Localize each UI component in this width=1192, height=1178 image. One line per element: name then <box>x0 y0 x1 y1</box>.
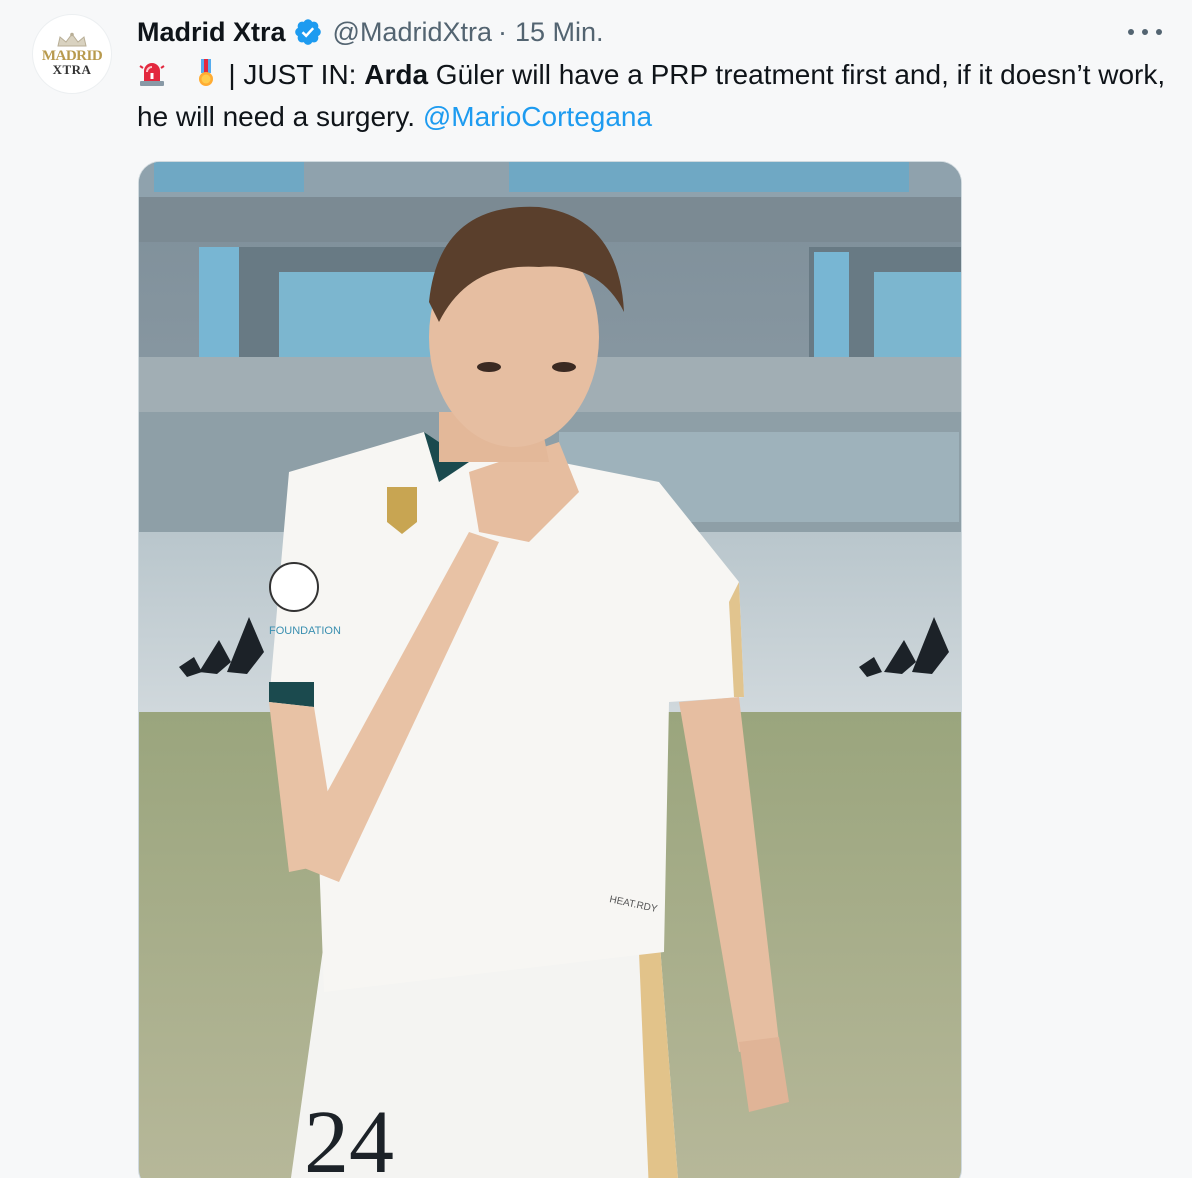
sleeve-patch-text: FOUNDATION <box>269 625 341 637</box>
crown-icon <box>57 32 87 47</box>
display-name[interactable]: Madrid Xtra <box>137 17 286 48</box>
more-dot <box>1128 29 1134 35</box>
verified-badge-icon[interactable] <box>293 17 323 47</box>
medal-emoji-icon <box>198 59 213 86</box>
tweet-card[interactable]: MADRID XTRA Madrid Xtra @MadridXtra · 15… <box>0 0 1192 1178</box>
more-options-button[interactable] <box>1128 18 1162 46</box>
police-light-emoji-icon <box>139 63 165 86</box>
avatar[interactable]: MADRID XTRA <box>32 14 112 94</box>
jersey-number: 24 <box>304 1093 394 1178</box>
timestamp[interactable]: 15 Min. <box>515 17 604 48</box>
player-photo: FOUNDATION HEAT.RDY 24 <box>139 162 961 1178</box>
tweet-media-image[interactable]: FOUNDATION HEAT.RDY 24 <box>138 161 962 1178</box>
handle[interactable]: @MadridXtra <box>333 17 492 48</box>
tweet-text: | JUST IN: Arda Güler will have a PRP tr… <box>137 54 1167 138</box>
avatar-logo-line1: MADRID <box>41 48 103 64</box>
mention-link[interactable]: @MarioCortegana <box>423 101 652 132</box>
more-dot <box>1156 29 1162 35</box>
tweet-header: Madrid Xtra @MadridXtra · 15 Min. <box>137 14 604 50</box>
separator-dot: · <box>498 16 507 47</box>
more-dot <box>1142 29 1148 35</box>
text-bold-name: Arda <box>364 59 429 90</box>
text-prefix: | JUST IN: <box>228 59 365 90</box>
avatar-logo-line2: XTRA <box>52 62 92 77</box>
